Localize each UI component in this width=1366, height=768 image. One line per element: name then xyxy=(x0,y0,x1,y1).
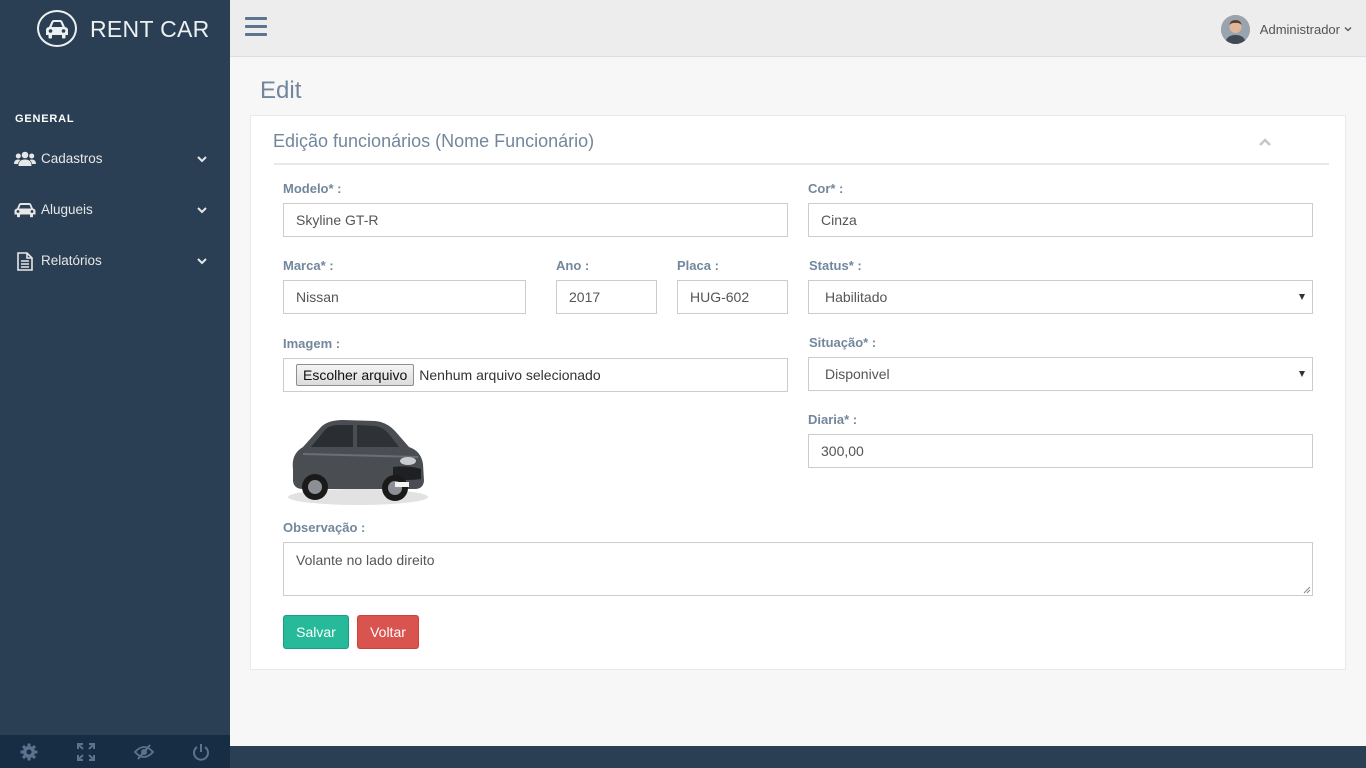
status-select-value: Habilitado xyxy=(825,289,888,305)
footer-bar xyxy=(230,746,1366,768)
panel-title: Edição funcionários (Nome Funcionário) xyxy=(273,131,595,151)
select-caret-icon xyxy=(1299,371,1305,377)
choose-file-button[interactable]: Escolher arquivo xyxy=(296,364,415,386)
menu-toggle-button[interactable] xyxy=(245,17,269,39)
fullscreen-icon xyxy=(77,742,96,761)
hide-button[interactable] xyxy=(115,735,173,768)
status-label: Status* : xyxy=(809,258,862,273)
modelo-input[interactable] xyxy=(283,203,788,237)
imagem-file-input: Escolher arquivo Nenhum arquivo selecion… xyxy=(283,358,788,392)
power-icon xyxy=(193,743,210,761)
avatar xyxy=(1220,14,1250,44)
sidebar-item-cadastros[interactable]: Cadastros xyxy=(0,139,230,179)
diaria-input[interactable] xyxy=(808,434,1313,468)
chevron-up-icon[interactable] xyxy=(1257,136,1273,148)
imagem-label: Imagem : xyxy=(283,336,341,351)
brand[interactable]: RENT CAR xyxy=(0,0,230,58)
sidebar-item-label: Alugueis xyxy=(41,202,93,217)
observacao-label: Observação : xyxy=(283,520,366,535)
top-navbar: Administrador xyxy=(230,0,1366,57)
car-icon xyxy=(46,19,68,38)
brand-title: RENT CAR xyxy=(90,16,210,42)
marca-label: Marca* : xyxy=(283,258,334,273)
resize-grip-icon[interactable] xyxy=(1302,585,1311,594)
chevron-down-icon xyxy=(197,258,207,265)
logout-button[interactable] xyxy=(173,735,231,768)
observacao-textarea[interactable]: Volante no lado direito xyxy=(283,542,1313,596)
car-photo xyxy=(283,409,433,508)
chevron-down-icon xyxy=(1344,27,1352,32)
car-icon xyxy=(14,200,36,220)
situacao-label: Situação* : xyxy=(809,335,877,350)
hamburger-icon-bar xyxy=(245,33,267,36)
brand-logo xyxy=(37,10,77,47)
situacao-select-value: Disponivel xyxy=(825,366,890,382)
user-menu[interactable]: Administrador xyxy=(1220,14,1352,44)
sidebar-item-relatorios[interactable]: Relatórios xyxy=(0,241,230,281)
select-caret-icon xyxy=(1299,294,1305,300)
page-title: Edit xyxy=(260,77,302,104)
placa-input[interactable] xyxy=(677,280,788,314)
hamburger-icon-bar xyxy=(245,25,267,28)
marca-input[interactable] xyxy=(283,280,526,314)
ano-input[interactable] xyxy=(556,280,657,314)
document-icon xyxy=(14,251,36,271)
sidebar-item-label: Cadastros xyxy=(41,151,103,166)
panel-divider xyxy=(274,163,1329,165)
placa-label: Placa : xyxy=(677,258,719,273)
sidebar: RENT CAR GENERAL Cadastros Alugueis Rela… xyxy=(0,0,230,768)
save-button[interactable]: Salvar xyxy=(283,615,349,649)
sidebar-footer xyxy=(0,735,230,768)
modelo-label: Modelo* : xyxy=(283,181,342,196)
user-name: Administrador xyxy=(1259,21,1340,37)
fullscreen-button[interactable] xyxy=(58,735,116,768)
ano-label: Ano : xyxy=(556,258,590,273)
sidebar-item-alugueis[interactable]: Alugueis xyxy=(0,190,230,230)
chevron-down-icon xyxy=(197,207,207,214)
chevron-down-icon xyxy=(197,156,207,163)
file-status-text: Nenhum arquivo selecionado xyxy=(419,367,601,383)
users-icon xyxy=(14,149,36,169)
sidebar-item-label: Relatórios xyxy=(41,253,102,268)
cor-input[interactable] xyxy=(808,203,1313,237)
cor-label: Cor* : xyxy=(808,181,844,196)
menu-section-title: GENERAL xyxy=(15,113,75,125)
settings-icon xyxy=(20,743,38,760)
situacao-select[interactable]: Disponivel xyxy=(808,357,1313,391)
status-select[interactable]: Habilitado xyxy=(808,280,1313,314)
diaria-label: Diaria* : xyxy=(808,412,858,427)
back-button[interactable]: Voltar xyxy=(357,615,419,649)
user-avatar-icon xyxy=(1220,14,1250,44)
hamburger-icon xyxy=(245,17,267,20)
eye-slash-icon xyxy=(133,743,154,760)
settings-button[interactable] xyxy=(0,735,58,768)
